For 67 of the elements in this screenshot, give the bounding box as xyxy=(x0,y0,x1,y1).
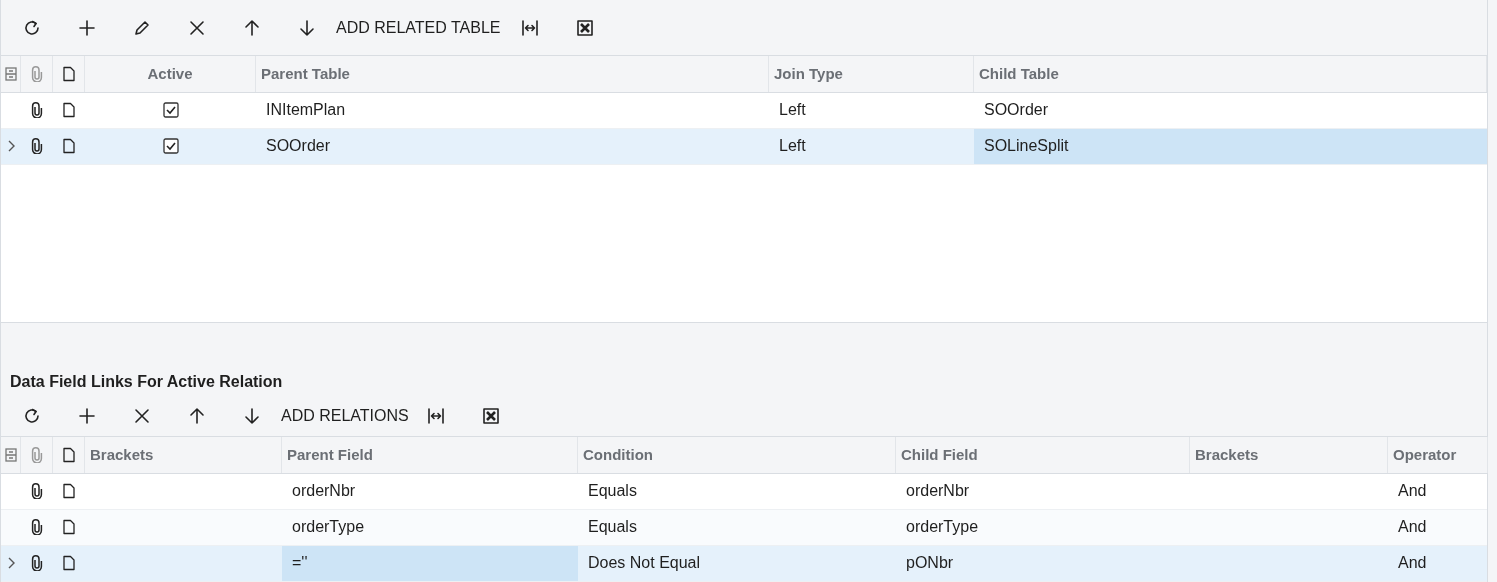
refresh-icon[interactable] xyxy=(22,407,41,426)
excel-export-icon[interactable] xyxy=(482,407,501,426)
attachment-icon[interactable] xyxy=(31,138,43,155)
toolbar-text-button[interactable]: ADD RELATED TABLE xyxy=(326,10,511,46)
toolbar-text-button[interactable]: ADD RELATIONS xyxy=(271,398,419,435)
table-cell[interactable]: INItemPlan xyxy=(256,92,769,128)
table-cell[interactable]: SOOrder xyxy=(974,92,1487,128)
table-cell[interactable]: orderType xyxy=(896,510,1190,545)
table-row[interactable]: ='' Does Not Equal pONbr And xyxy=(1,546,1487,582)
column-header[interactable]: Active xyxy=(147,62,193,86)
attachment-icon[interactable] xyxy=(31,102,43,119)
note-icon[interactable] xyxy=(62,138,76,155)
chevron-right-icon[interactable] xyxy=(7,557,15,570)
column-header[interactable]: Brackets xyxy=(1195,443,1259,467)
close-icon[interactable] xyxy=(132,407,151,426)
section-title: Data Field Links For Active Relation xyxy=(10,372,283,393)
column-header[interactable]: Parent Table xyxy=(261,62,350,86)
arrow-up-icon[interactable] xyxy=(242,19,261,37)
table-row[interactable]: SOOrder Left SOLineSplit xyxy=(1,128,1487,165)
table-cell[interactable]: ='' xyxy=(282,546,578,581)
add-icon[interactable] xyxy=(77,19,96,37)
table-cell[interactable]: Equals xyxy=(578,510,896,545)
attachment-icon[interactable] xyxy=(31,483,43,500)
column-header[interactable]: Parent Field xyxy=(287,443,373,467)
pencil-icon[interactable] xyxy=(132,19,151,37)
table-cell[interactable]: Equals xyxy=(578,474,896,509)
table-cell[interactable]: orderNbr xyxy=(896,474,1190,509)
note-icon[interactable] xyxy=(62,519,76,536)
column-header[interactable]: Child Table xyxy=(979,62,1059,86)
attachment-icon[interactable] xyxy=(31,519,43,536)
table-cell[interactable]: And xyxy=(1388,510,1488,545)
note-icon[interactable] xyxy=(62,483,76,500)
table-cell[interactable]: orderNbr xyxy=(282,474,578,509)
checkbox[interactable] xyxy=(162,138,179,155)
attachment-icon[interactable] xyxy=(31,555,43,572)
column-header[interactable]: Child Field xyxy=(901,443,978,467)
table-cell[interactable]: pONbr xyxy=(896,546,1190,581)
checkbox[interactable] xyxy=(162,102,179,119)
fit-columns-icon[interactable] xyxy=(521,19,539,37)
column-header[interactable]: Operator xyxy=(1393,443,1457,467)
table-cell[interactable]: Does Not Equal xyxy=(578,546,896,581)
note-icon[interactable] xyxy=(61,447,76,463)
table-cell[interactable]: orderType xyxy=(282,510,578,545)
table-cell[interactable]: Left xyxy=(769,92,974,128)
arrow-down-icon[interactable] xyxy=(297,19,316,37)
chevron-right-icon[interactable] xyxy=(7,140,15,153)
note-icon[interactable] xyxy=(62,102,76,119)
excel-export-icon[interactable] xyxy=(576,19,594,37)
column-settings-icon[interactable] xyxy=(4,66,17,81)
table-cell[interactable]: And xyxy=(1388,546,1488,581)
table-row[interactable]: orderType Equals orderType And xyxy=(1,510,1487,546)
table-cell[interactable]: Left xyxy=(769,128,974,164)
add-icon[interactable] xyxy=(77,407,96,426)
column-header[interactable]: Join Type xyxy=(774,62,843,86)
fit-columns-icon[interactable] xyxy=(427,407,446,426)
close-icon[interactable] xyxy=(187,19,206,37)
arrow-up-icon[interactable] xyxy=(187,407,206,426)
table-cell[interactable]: And xyxy=(1388,474,1488,509)
note-icon[interactable] xyxy=(61,65,76,82)
note-icon[interactable] xyxy=(62,555,76,572)
column-settings-icon[interactable] xyxy=(4,448,17,462)
column-header[interactable]: Condition xyxy=(583,443,653,467)
column-header[interactable]: Brackets xyxy=(90,443,154,467)
arrow-down-icon[interactable] xyxy=(242,407,261,426)
table-cell[interactable]: SOOrder xyxy=(256,128,769,164)
refresh-icon[interactable] xyxy=(22,19,41,37)
table-cell[interactable]: SOLineSplit xyxy=(974,128,1487,164)
